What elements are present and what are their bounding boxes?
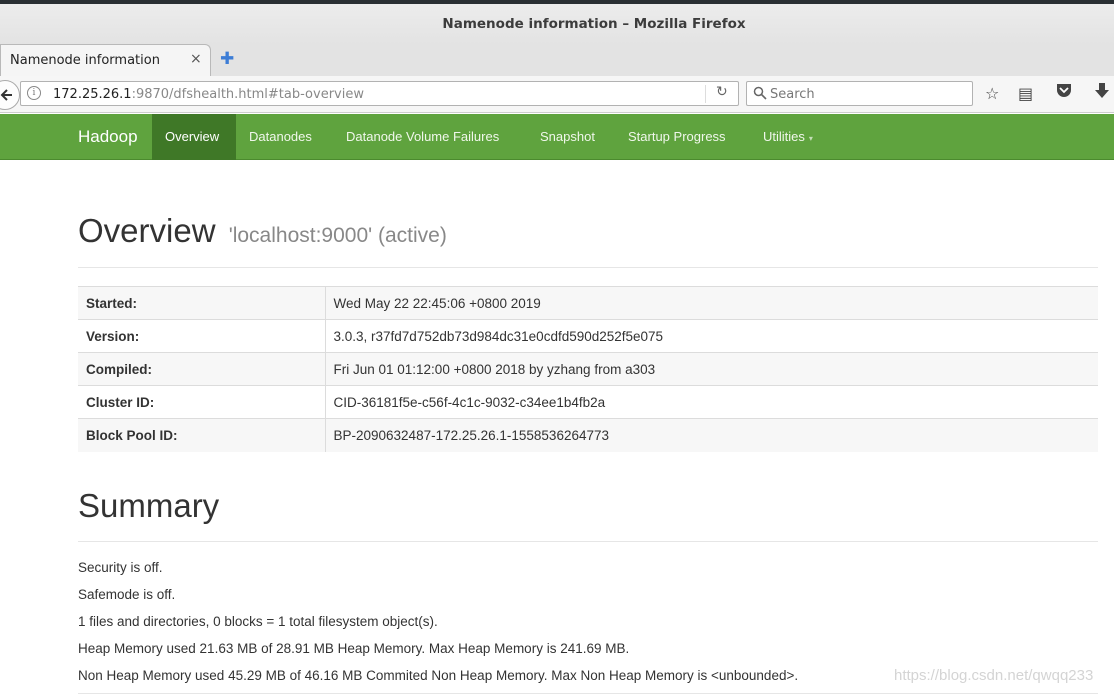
hadoop-brand[interactable]: Hadoop xyxy=(78,127,138,147)
search-icon xyxy=(753,86,767,100)
site-info-icon[interactable]: i xyxy=(27,86,41,100)
row-value: 3.0.3, r37fd7d752db73d984dc31e0cdfd590d2… xyxy=(325,319,1098,353)
nav-item-startup-progress[interactable]: Startup Progress xyxy=(615,114,739,160)
titlebar-top-edge xyxy=(0,0,1114,4)
row-key: Cluster ID: xyxy=(78,385,326,419)
nav-item-utilities-label: Utilities xyxy=(763,129,805,144)
new-tab-icon[interactable]: ✚ xyxy=(220,49,234,69)
bookmark-star-icon[interactable]: ☆ xyxy=(985,84,999,103)
url-separator xyxy=(705,85,706,103)
chevron-down-icon: ▾ xyxy=(808,134,813,143)
tab-strip: Namenode information × ✚ xyxy=(0,44,1114,76)
nav-item-snapshot[interactable]: Snapshot xyxy=(527,114,608,160)
nav-item-datanodes[interactable]: Datanodes xyxy=(236,114,325,160)
downloads-icon[interactable] xyxy=(1094,82,1110,104)
row-value: BP-2090632487-172.25.26.1-1558536264773 xyxy=(325,418,1098,452)
reader-list-icon[interactable]: ▤ xyxy=(1018,84,1033,103)
overview-subtitle: 'localhost:9000' (active) xyxy=(228,224,447,247)
url-bar[interactable]: i 172.25.26.1:9870/dfshealth.html#tab-ov… xyxy=(20,81,739,106)
overview-divider xyxy=(78,267,1098,268)
row-key: Compiled: xyxy=(78,352,326,386)
pocket-icon[interactable] xyxy=(1055,82,1073,102)
table-row: Started: Wed May 22 22:45:06 +0800 2019 xyxy=(78,286,1098,320)
row-key: Block Pool ID: xyxy=(78,418,326,452)
reload-icon[interactable]: ↻ xyxy=(716,84,728,100)
table-row: Version: 3.0.3, r37fd7d752db73d984dc31e0c… xyxy=(78,319,1098,353)
row-key: Started: xyxy=(78,286,326,320)
watermark: https://blog.csdn.net/qwqq233 xyxy=(894,667,1094,684)
browser-tab[interactable]: Namenode information × xyxy=(0,44,211,76)
url-text[interactable]: 172.25.26.1:9870/dfshealth.html#tab-over… xyxy=(53,87,364,102)
row-key: Version: xyxy=(78,319,326,353)
overview-title: Overview xyxy=(78,212,216,249)
nav-item-overview[interactable]: Overview xyxy=(152,114,236,160)
row-value: Fri Jun 01 01:12:00 +0800 2018 by yzhang… xyxy=(325,352,1098,386)
summary-non-heap-memory: Non Heap Memory used 45.29 MB of 46.16 M… xyxy=(78,668,799,683)
table-row: Cluster ID: CID-36181f5e-c56f-4c1c-9032-c… xyxy=(78,385,1098,419)
summary-heading: Summary xyxy=(78,487,220,524)
overview-table: Started: Wed May 22 22:45:06 +0800 2019 V… xyxy=(78,286,1098,452)
summary-heap-memory: Heap Memory used 21.63 MB of 28.91 MB He… xyxy=(78,641,630,656)
search-placeholder: Search xyxy=(770,87,815,102)
row-value: Wed May 22 22:45:06 +0800 2019 xyxy=(325,286,1098,320)
url-host: 172.25.26.1 xyxy=(53,87,132,102)
hadoop-navbar: Hadoop Overview Datanodes Datanode Volum… xyxy=(0,114,1114,160)
back-icon xyxy=(0,89,12,101)
browser-tab-label: Namenode information xyxy=(10,53,160,68)
nav-item-utilities[interactable]: Utilities ▾ xyxy=(750,114,826,160)
summary-filesystem-objects: 1 files and directories, 0 blocks = 1 to… xyxy=(78,614,438,629)
table-row: Compiled: Fri Jun 01 01:12:00 +0800 2018 … xyxy=(78,352,1098,386)
close-tab-icon[interactable]: × xyxy=(190,51,202,67)
window-titlebar: Namenode information – Mozilla Firefox xyxy=(0,0,1114,44)
summary-security: Security is off. xyxy=(78,560,163,575)
browser-toolbar: i 172.25.26.1:9870/dfshealth.html#tab-ov… xyxy=(0,76,1114,113)
search-bar[interactable]: Search xyxy=(746,81,973,106)
summary-safemode: Safemode is off. xyxy=(78,587,176,602)
window-title: Namenode information – Mozilla Firefox xyxy=(442,16,746,32)
summary-divider xyxy=(78,541,1098,542)
overview-heading: Overview 'localhost:9000' (active) xyxy=(78,212,447,250)
summary-bottom-divider xyxy=(78,693,1098,694)
row-value: CID-36181f5e-c56f-4c1c-9032-c34ee1b4fb2a xyxy=(325,385,1098,419)
table-row: Block Pool ID: BP-2090632487-172.25.26.1-… xyxy=(78,418,1098,452)
nav-item-datanode-volume-failures[interactable]: Datanode Volume Failures xyxy=(333,114,512,160)
back-button[interactable] xyxy=(0,80,20,110)
url-path: :9870/dfshealth.html#tab-overview xyxy=(131,87,364,102)
